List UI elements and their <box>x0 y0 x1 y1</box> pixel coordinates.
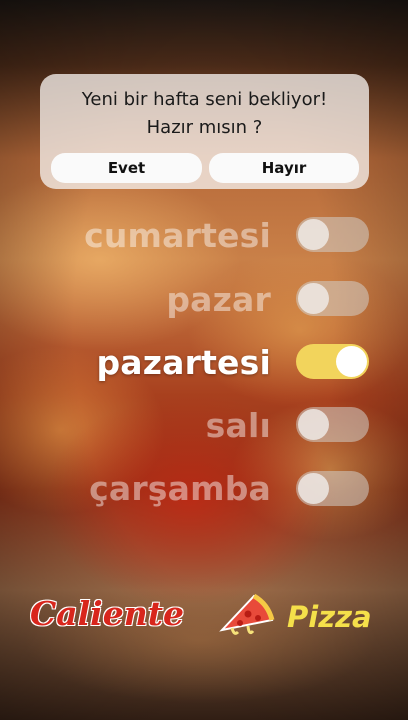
day-label-cumartesi: cumartesi <box>84 216 271 255</box>
toggle-pazartesi[interactable] <box>296 344 369 379</box>
day-label-sali: salı <box>205 406 271 445</box>
toggle-sali[interactable] <box>296 407 369 442</box>
day-label-pazar: pazar <box>166 280 271 319</box>
day-label-carsamba: çarşamba <box>89 469 271 508</box>
toggle-cumartesi[interactable] <box>296 217 369 252</box>
dialog-message-line1: Yeni bir hafta seni bekliyor! <box>81 89 328 110</box>
yes-button[interactable]: Evet <box>51 153 202 183</box>
no-button[interactable]: Hayır <box>209 153 359 183</box>
toggle-carsamba[interactable] <box>296 471 369 506</box>
pizza-slice-icon <box>219 593 275 635</box>
toggle-knob <box>336 346 367 377</box>
caliente-pizza-logo: Caliente Pizza <box>0 588 408 648</box>
dialog-message: Yeni bir hafta seni bekliyor! Hazır mısı… <box>40 86 369 142</box>
day-label-pazartesi: pazartesi <box>96 343 271 382</box>
dialog-message-line2: Hazır mısın ? <box>146 117 263 138</box>
toggle-knob <box>298 473 329 504</box>
toggle-knob <box>298 283 329 314</box>
logo-caliente-text: Caliente <box>30 594 184 633</box>
toggle-knob <box>298 219 329 250</box>
toggle-pazar[interactable] <box>296 281 369 316</box>
toggle-knob <box>298 409 329 440</box>
logo-pizza-text: Pizza <box>287 600 372 634</box>
